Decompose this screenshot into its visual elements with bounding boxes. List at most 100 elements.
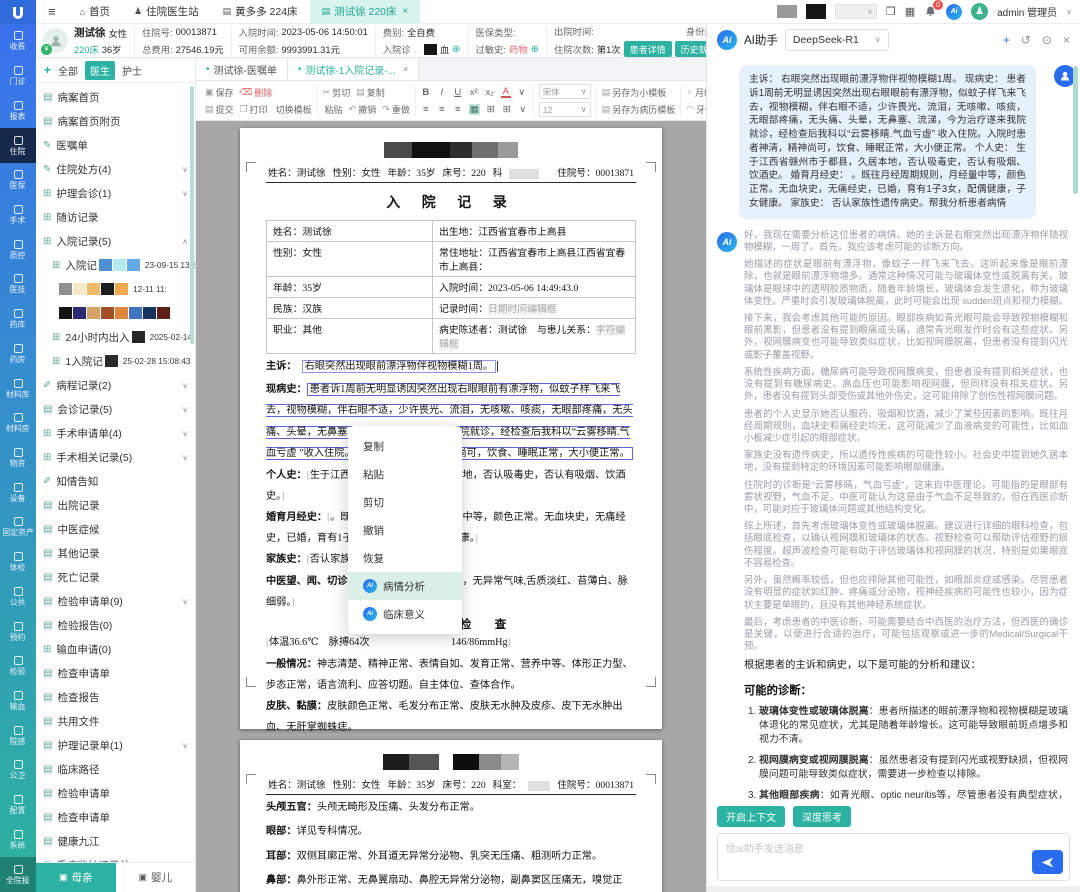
tree-item[interactable]: ▤ 检查申请单 bbox=[36, 805, 195, 829]
context-menu-item[interactable]: 复制 bbox=[348, 432, 462, 460]
format-button[interactable]: U bbox=[453, 87, 463, 98]
sidebar-item[interactable]: 医保 bbox=[0, 163, 36, 198]
tree-item[interactable]: ✐ 知情告知 bbox=[36, 469, 195, 493]
vital-signs-field[interactable]: 体温36.6℃ 脉搏64次 146/86mmHg bbox=[266, 637, 511, 648]
chevron-icon[interactable]: ∨ bbox=[182, 453, 188, 462]
sidebar-item[interactable]: 材料库 bbox=[0, 371, 36, 406]
tree-item[interactable]: ⊞ 手术申请单(4) ∨ bbox=[36, 421, 195, 445]
toolbar-button[interactable]: ⌫删除 bbox=[240, 86, 273, 99]
format-button[interactable]: ≡ bbox=[453, 104, 463, 115]
tree-item[interactable]: ✐ 病程记录(2) ∨ bbox=[36, 373, 195, 397]
menu-icon[interactable]: ≡ bbox=[48, 4, 56, 19]
sidebar-item[interactable]: 公共 bbox=[0, 580, 36, 615]
toolbar-button[interactable]: ▤提交 bbox=[205, 103, 234, 116]
format-button[interactable]: ▦ bbox=[469, 104, 480, 115]
tree-item[interactable]: 12-11 11: bbox=[36, 277, 195, 301]
ai-message-input[interactable] bbox=[718, 834, 1069, 880]
tree-item[interactable]: ▤ 会诊记录(5) ∨ bbox=[36, 397, 195, 421]
tree-item[interactable]: ✎ 医嘱单 bbox=[36, 133, 195, 157]
chevron-icon[interactable]: ∨ bbox=[182, 405, 188, 414]
format-button[interactable]: ≡ bbox=[437, 104, 447, 115]
sidebar-item[interactable]: 质控 bbox=[0, 232, 36, 267]
tree-item[interactable]: ▤ 检验报告(0) bbox=[36, 613, 195, 637]
format-button[interactable]: ⊞ bbox=[502, 104, 512, 115]
sidebar-item[interactable]: 药房 bbox=[0, 336, 36, 371]
close-icon[interactable]: × bbox=[403, 64, 408, 74]
send-button[interactable] bbox=[1032, 850, 1063, 874]
tree-item[interactable]: ⊞ 护理会诊(1) ∨ bbox=[36, 181, 195, 205]
context-menu-item[interactable]: 粘贴 bbox=[348, 460, 462, 488]
format-button[interactable]: ≡ bbox=[421, 104, 431, 115]
patient-detail-button[interactable]: 患者详情 bbox=[624, 41, 672, 57]
format-button[interactable]: I bbox=[437, 87, 447, 98]
add-allergy-icon[interactable]: ⊕ bbox=[531, 44, 539, 55]
sidebar-item[interactable]: 药库 bbox=[0, 302, 36, 337]
toolbar-button[interactable]: ▤另存为小模板 bbox=[602, 86, 667, 99]
format-button[interactable]: ⊞ bbox=[486, 104, 496, 115]
tree-item[interactable] bbox=[36, 301, 195, 325]
chevron-icon[interactable]: ∨ bbox=[182, 597, 188, 606]
top-tab[interactable]: ▤ 测试徐 220床 × bbox=[310, 0, 421, 24]
tree-item[interactable]: ▤ 健康九江 bbox=[36, 829, 195, 853]
toolbar-button[interactable]: ▤复制 bbox=[356, 86, 385, 99]
history-icon[interactable]: ↺ bbox=[1021, 33, 1031, 47]
toolbar-button[interactable]: ▤另存为病历模板 bbox=[602, 103, 676, 116]
context-menu-ai-item[interactable]: Ai 病情分析 bbox=[348, 572, 462, 600]
tree-item[interactable]: ⊞ 重症监护记录单 bbox=[36, 853, 195, 862]
fullscreen-icon[interactable]: ❐ bbox=[886, 5, 896, 18]
deep-think-button[interactable]: 深度思考 bbox=[793, 806, 851, 827]
context-menu-item[interactable]: 剪切 bbox=[348, 488, 462, 516]
sidebar-item[interactable]: 住院 bbox=[0, 128, 36, 163]
tree-item[interactable]: ▤ 出院记录 bbox=[36, 493, 195, 517]
chevron-icon[interactable]: ∨ bbox=[182, 165, 188, 174]
sidebar-item[interactable]: 预约 bbox=[0, 614, 36, 649]
sidebar-item[interactable]: 体检 bbox=[0, 545, 36, 580]
editor-tab[interactable]: • 测试徐-1入院记录-... × bbox=[288, 58, 419, 80]
enable-context-button[interactable]: 开启上下文 bbox=[717, 806, 785, 827]
toolbar-button[interactable]: ❐打印 bbox=[240, 103, 268, 116]
tree-item[interactable]: ⊞ 1入院记 25-02-28 15:08:43 bbox=[36, 349, 195, 373]
new-chat-icon[interactable]: + bbox=[1003, 33, 1010, 47]
sidebar-item[interactable]: 收费 bbox=[0, 24, 36, 59]
top-tab[interactable]: ⌂ 首页 bbox=[68, 0, 122, 24]
context-menu-item[interactable]: 撤销 bbox=[348, 516, 462, 544]
sidebar-item[interactable]: 输血 bbox=[0, 684, 36, 719]
ai-assistant-icon[interactable]: Ai bbox=[946, 4, 962, 20]
tree-item[interactable]: ▤ 护理记录单(1) ∨ bbox=[36, 733, 195, 757]
tree-item[interactable]: ▤ 临床路径 bbox=[36, 757, 195, 781]
tree-item[interactable]: ⊞ 入院记 23-09-15 13:50 bbox=[36, 253, 195, 277]
sidebar-item[interactable]: 固定资产 bbox=[0, 510, 36, 545]
document-page-2[interactable]: 姓名：测试徐性别：女性年龄：35岁床号：220科室：住院号：00013871 头… bbox=[240, 740, 662, 892]
sidebar-item[interactable]: 设备 bbox=[0, 475, 36, 510]
tree-item[interactable]: ▤ 病案首页附页 bbox=[36, 109, 195, 133]
sidebar-item[interactable]: 配置 bbox=[0, 788, 36, 823]
sidebar-item[interactable]: 物资 bbox=[0, 441, 36, 476]
tree-item[interactable]: ▤ 检查申请单 bbox=[36, 661, 195, 685]
tree-item[interactable]: ⊞ 24小时内出入 2025-02-14 10 bbox=[36, 325, 195, 349]
tree-item[interactable]: ▤ 其他记录 bbox=[36, 541, 195, 565]
settings-icon[interactable]: ⊙ bbox=[1042, 33, 1052, 47]
sidebar-item[interactable]: 公卫 bbox=[0, 753, 36, 788]
chevron-icon[interactable]: ∨ bbox=[182, 189, 188, 198]
close-icon[interactable]: × bbox=[1063, 33, 1070, 47]
format-button[interactable]: ∨ bbox=[518, 104, 528, 115]
font-family-select[interactable]: 宋体∨ bbox=[539, 84, 591, 99]
tree-item[interactable]: ▤ 检验申请单(9) ∨ bbox=[36, 589, 195, 613]
toolbar-button[interactable]: ↷重做 bbox=[382, 103, 410, 116]
bell-icon[interactable]: 0 bbox=[924, 5, 937, 18]
apps-grid-icon[interactable]: ▦ bbox=[905, 5, 915, 18]
format-button[interactable]: x₂ bbox=[485, 87, 495, 98]
filter-doctor[interactable]: 医生 bbox=[85, 61, 115, 80]
datetime-field-placeholder[interactable]: 日期时间编辑框 bbox=[488, 304, 557, 315]
tree-item[interactable]: ⊞ 随访记录 bbox=[36, 205, 195, 229]
sidebar-item[interactable]: 门诊 bbox=[0, 59, 36, 94]
ai-conversation[interactable]: 主诉： 右眼突然出现眼前漂浮物伴视物模糊1周。 现病史： 患者诉1周前无明显诱因… bbox=[707, 55, 1080, 801]
chevron-icon[interactable]: ∨ bbox=[182, 381, 188, 390]
tree-item[interactable]: ▤ 检验申请单 bbox=[36, 781, 195, 805]
model-select[interactable]: DeepSeek-R1∨ bbox=[785, 29, 889, 51]
add-diagnosis-icon[interactable]: ⊕ bbox=[452, 44, 460, 55]
tree-item[interactable]: ⊞ 手术相关记录(5) ∨ bbox=[36, 445, 195, 469]
font-size-select[interactable]: 12∨ bbox=[539, 102, 591, 117]
toolbar-button[interactable]: 粘贴 bbox=[323, 103, 343, 116]
sidebar-item[interactable]: 手术 bbox=[0, 198, 36, 233]
